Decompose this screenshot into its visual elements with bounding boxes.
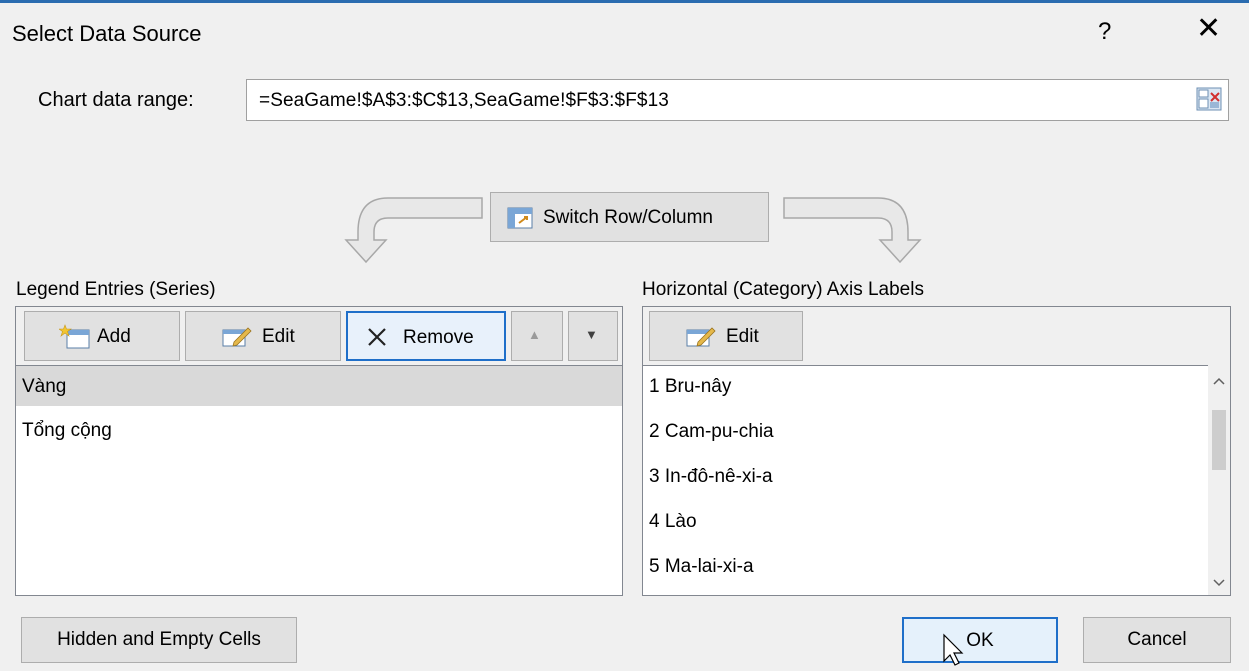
scrollbar-thumb[interactable] [1212,410,1226,470]
remove-x-icon [368,328,386,346]
window-top-border [0,0,1249,3]
category-item-label: 4 Lào [649,511,697,532]
edit-axis-labels-label: Edit [726,326,759,347]
dialog-title: Select Data Source [12,21,202,46]
edit-icon [686,327,716,347]
hidden-empty-cells-button[interactable]: Hidden and Empty Cells [21,617,297,663]
series-item-label: Vàng [22,376,67,397]
add-icon [59,324,90,349]
move-up-button[interactable]: ▲ [511,311,563,361]
help-button[interactable]: ? [1098,18,1111,46]
category-item-label: 3 In-đô-nê-xi-a [649,466,773,487]
switch-row-column-icon [507,207,533,229]
right-curved-arrow-icon [783,197,922,264]
chart-data-range-value: =SeaGame!$A$3:$C$13,SeaGame!$F$3:$F$13 [259,90,669,111]
scroll-up-arrow-icon[interactable] [1208,369,1230,391]
cancel-button[interactable]: Cancel [1083,617,1231,663]
edit-series-button[interactable]: Edit [185,311,341,361]
mouse-cursor-icon [943,633,964,666]
add-series-button[interactable]: Add [24,311,180,361]
axis-labels-scrollbar[interactable] [1208,365,1230,595]
ok-button[interactable]: OK [902,617,1058,663]
legend-entries-label: Legend Entries (Series) [16,279,216,300]
series-item[interactable]: Tổng cộng [16,410,622,450]
category-item-label: 5 Ma-lai-xi-a [649,556,754,577]
move-down-button[interactable]: ▼ [568,311,618,361]
series-item-label: Tổng cộng [22,420,112,441]
series-item[interactable]: Vàng [16,366,622,406]
remove-series-button[interactable]: Remove [346,311,506,361]
category-item-label: 2 Cam-pu-chia [649,421,774,442]
category-item-label: 1 Bru-nây [649,376,732,397]
category-item[interactable]: 3 In-đô-nê-xi-a [643,456,1208,496]
legend-toolbar: Add Edit Remove ▲ ▼ [16,307,622,366]
category-item[interactable]: 2 Cam-pu-chia [643,411,1208,451]
axis-labels-panel: Edit 1 Bru-nây 2 Cam-pu-chia 3 In-đô-nê-… [642,306,1231,596]
left-curved-arrow-icon [344,197,483,264]
edit-icon [222,327,252,347]
chart-data-range-label: Chart data range: [38,89,194,111]
move-up-icon: ▲ [528,327,541,342]
scroll-down-arrow-icon[interactable] [1208,571,1230,593]
edit-axis-labels-button[interactable]: Edit [649,311,803,361]
legend-entries-panel: Add Edit Remove ▲ ▼ Vàng Tổng cộng [15,306,623,596]
edit-series-label: Edit [262,326,295,347]
chart-data-range-input[interactable]: =SeaGame!$A$3:$C$13,SeaGame!$F$3:$F$13 [246,79,1229,121]
range-collapse-icon[interactable] [1196,87,1222,111]
category-item[interactable]: 5 Ma-lai-xi-a [643,546,1208,586]
axis-toolbar: Edit [643,307,1230,366]
remove-series-label: Remove [403,327,474,348]
category-item[interactable]: 1 Bru-nây [643,366,1208,406]
switch-row-column-label: Switch Row/Column [543,207,713,228]
category-item[interactable]: 4 Lào [643,501,1208,541]
close-button[interactable]: ✕ [1196,14,1221,44]
move-down-icon: ▼ [585,327,598,342]
add-series-label: Add [97,326,131,347]
axis-labels-label: Horizontal (Category) Axis Labels [642,279,924,300]
switch-row-column-button[interactable]: Switch Row/Column [490,192,769,242]
